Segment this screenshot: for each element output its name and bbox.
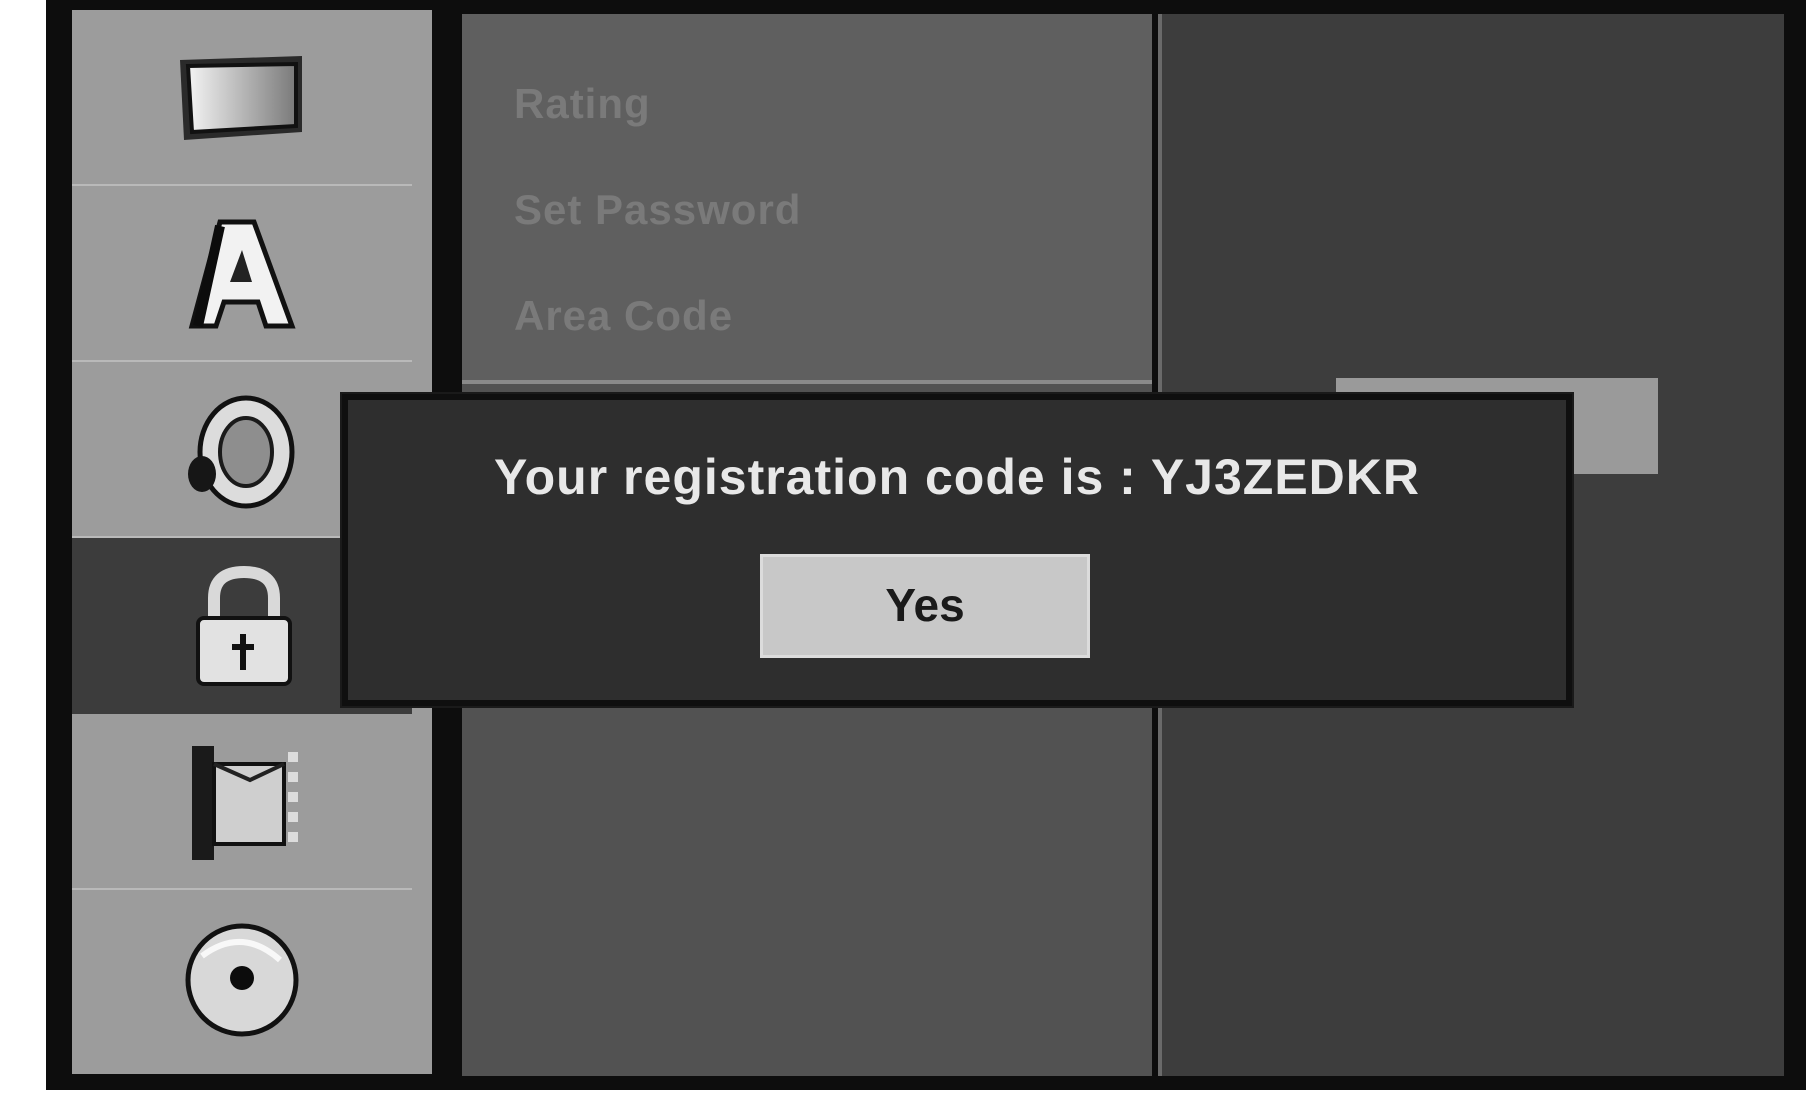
submenu-item-rating[interactable]: Rating bbox=[514, 80, 651, 128]
sidebar-item-language[interactable] bbox=[72, 186, 412, 362]
submenu-list: Rating Set Password Area Code bbox=[462, 14, 1152, 384]
language-a-icon bbox=[188, 219, 296, 329]
sidebar-item-display[interactable] bbox=[72, 10, 412, 186]
registration-code-dialog: Your registration code is : YJ3ZEDKR Yes bbox=[342, 394, 1572, 706]
lock-icon bbox=[196, 565, 292, 686]
submenu-item-set-password[interactable]: Set Password bbox=[514, 186, 801, 234]
dialog-message: Your registration code is : YJ3ZEDKR bbox=[493, 449, 1420, 505]
yes-button[interactable]: Yes bbox=[760, 554, 1090, 658]
sidebar-item-disc[interactable] bbox=[72, 890, 412, 1074]
setup-menu-screen: Rating Set Password Area Code Your regis… bbox=[46, 0, 1806, 1090]
tv-screen-icon bbox=[180, 56, 302, 140]
submenu-item-area-code[interactable]: Area Code bbox=[514, 292, 733, 340]
film-strip-icon bbox=[192, 746, 298, 860]
speaker-icon bbox=[188, 395, 295, 509]
disc-icon bbox=[185, 923, 299, 1037]
sidebar-item-recording[interactable] bbox=[72, 714, 412, 890]
